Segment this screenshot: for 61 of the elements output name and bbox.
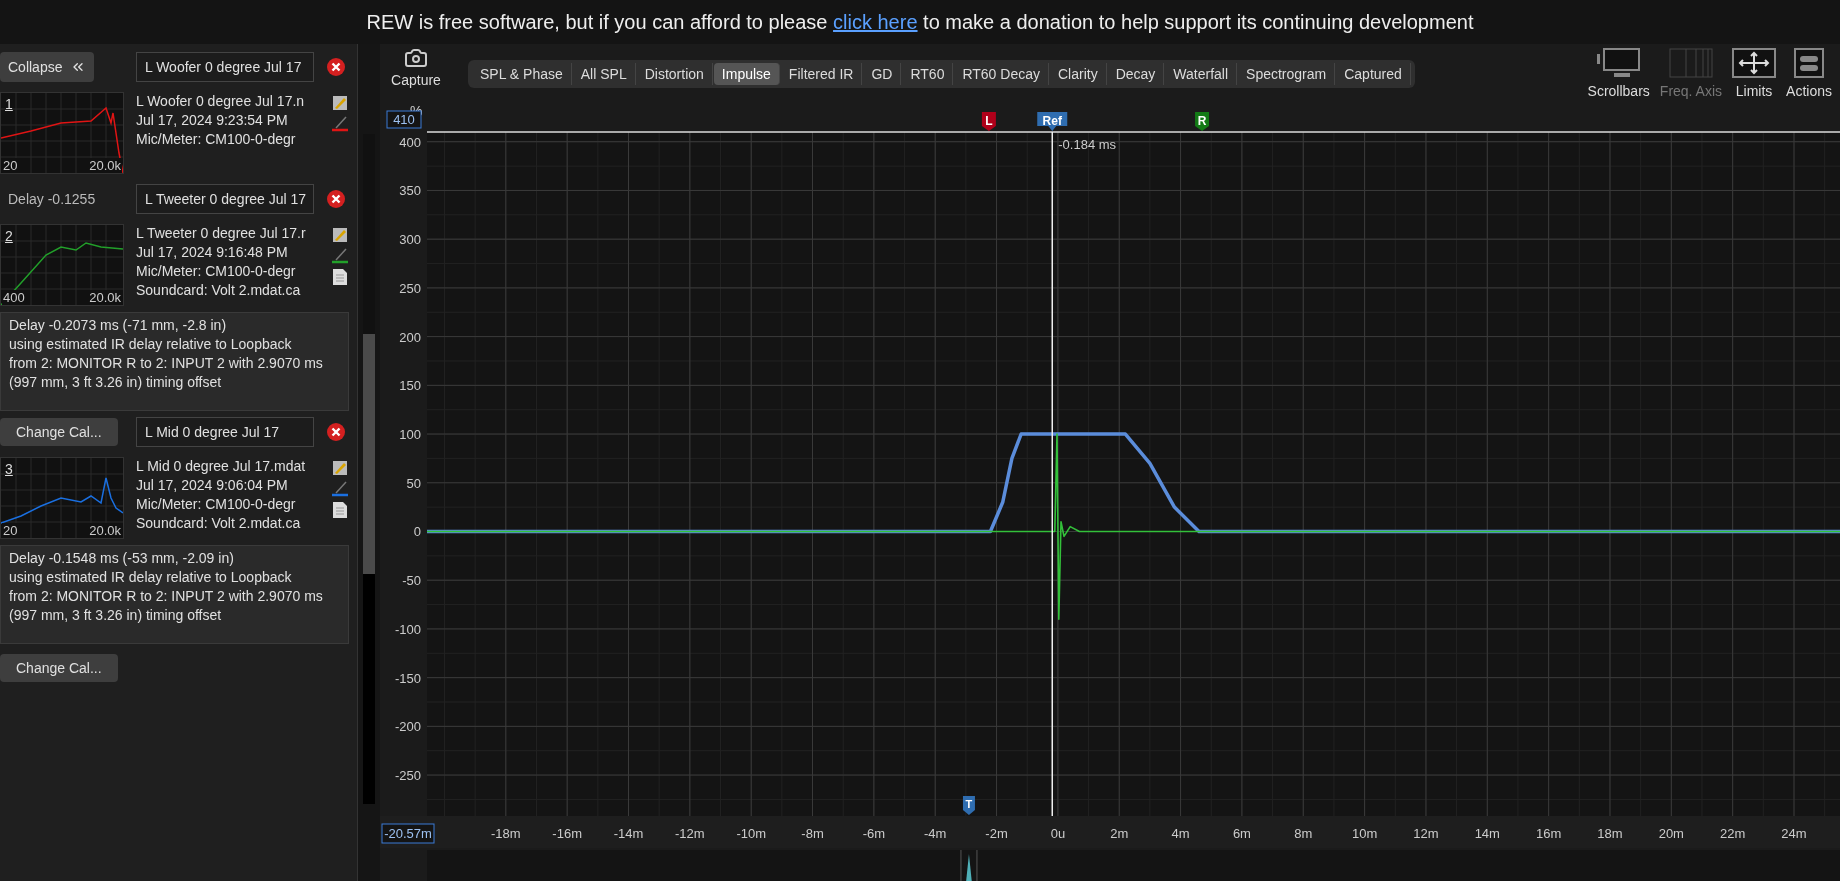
- x-tick-label: 2m: [1110, 826, 1129, 841]
- info-line: L Woofer 0 degree Jul 17.n: [136, 92, 306, 111]
- delay-info: Delay -0.1548 ms (-53 mm, -2.09 in) using estimated IR delay relative to Loopback from 2: MONITOR R to 2: INPUT 2 with 2.9070 ms (997 mm, 3 ft 3.26 in) timing offset: [0, 545, 349, 644]
- info-line: Mic/Meter: CM100-0-degr: [136, 262, 297, 281]
- y-tick-label: 50: [406, 475, 421, 491]
- x-tick-label: 6m: [1232, 826, 1251, 841]
- delay-info: Delay -0.1255: [7, 189, 96, 209]
- y-tick-label: 150: [399, 378, 421, 394]
- y-tick-label: -200: [394, 719, 421, 735]
- info-line: Soundcard: Volt 2.mdat.ca: [136, 281, 302, 300]
- axis-label: 20: [2, 158, 19, 173]
- x-tick-label: 8m: [1294, 826, 1313, 841]
- cursor-readout: -0.184 ms: [1058, 137, 1117, 152]
- y-tick-label: -250: [394, 768, 421, 784]
- x-tick-label: -16m: [552, 826, 582, 841]
- x-tick-label: 16m: [1536, 826, 1562, 841]
- x-tick-label: -18m: [491, 826, 521, 841]
- donation-text: REW is free software, but if you can afford to please click here to make a donation to help support its continuing development: [366, 10, 1474, 35]
- y-tick-label: 250: [399, 280, 421, 296]
- y-tick-label: 350: [399, 183, 421, 199]
- x-tick-label: -14m: [613, 826, 644, 841]
- info-line: Jul 17, 2024 9:06:04 PM: [136, 476, 289, 495]
- y-tick-label: 400: [399, 134, 421, 150]
- info-line: Soundcard: Volt 2.mdat.ca: [136, 514, 302, 533]
- y-tick-label: 100: [399, 427, 421, 443]
- x-tick-label: 14m: [1474, 826, 1500, 841]
- axis-label: 20.0k: [88, 290, 122, 305]
- x-tick-label: -2m: [985, 826, 1008, 841]
- trace-number: 3: [5, 460, 13, 479]
- x-tick-label: -6m: [862, 826, 886, 841]
- y-tick-label: -50: [402, 573, 421, 589]
- info-line: L Mid 0 degree Jul 17.mdat: [136, 457, 307, 476]
- x-tick-label: -4m: [924, 826, 947, 841]
- y-tick-label: -150: [394, 670, 421, 686]
- axis-label: 20.0k: [88, 523, 122, 538]
- x-tick-label: 10m: [1351, 826, 1378, 841]
- x-tick-label: 12m: [1413, 826, 1439, 841]
- x-tick-label: 4m: [1171, 826, 1190, 841]
- info-line: L Tweeter 0 degree Jul 17.r: [136, 224, 307, 243]
- x-tick-label: 18m: [1597, 826, 1623, 841]
- info-line: Jul 17, 2024 9:23:54 PM: [136, 111, 289, 130]
- trace-number: 1: [5, 95, 13, 114]
- x-tick-label: -8m: [801, 826, 824, 841]
- x-tick-label: -12m: [675, 826, 705, 841]
- delay-info: Delay -0.2073 ms (-71 mm, -2.8 in) using estimated IR delay relative to Loopback from 2: MONITOR R to 2: INPUT 2 with 2.9070 ms (997 mm, 3 ft 3.26 in) timing offset: [0, 312, 349, 411]
- x-tick-label: 20m: [1658, 826, 1684, 841]
- y-tick-label: -100: [394, 621, 421, 637]
- x-tick-label: 0u: [1050, 826, 1066, 841]
- axis-label: 20: [2, 523, 19, 538]
- axis-label: 400: [2, 290, 26, 305]
- x-tick-label: -10m: [736, 826, 766, 841]
- y-tick-label: 300: [399, 232, 421, 248]
- x-tick-label: 22m: [1720, 826, 1746, 841]
- info-line: Jul 17, 2024 9:16:48 PM: [136, 243, 289, 262]
- info-line: Mic/Meter: CM100-0-degr: [136, 130, 297, 149]
- y-tick-label: 200: [399, 329, 421, 345]
- trace-number: 2: [5, 227, 13, 246]
- axis-label: 20.0k: [88, 158, 122, 173]
- y-tick-label: 0: [413, 524, 421, 540]
- info-line: Mic/Meter: CM100-0-degr: [136, 495, 297, 514]
- x-tick-label: 24m: [1781, 826, 1807, 841]
